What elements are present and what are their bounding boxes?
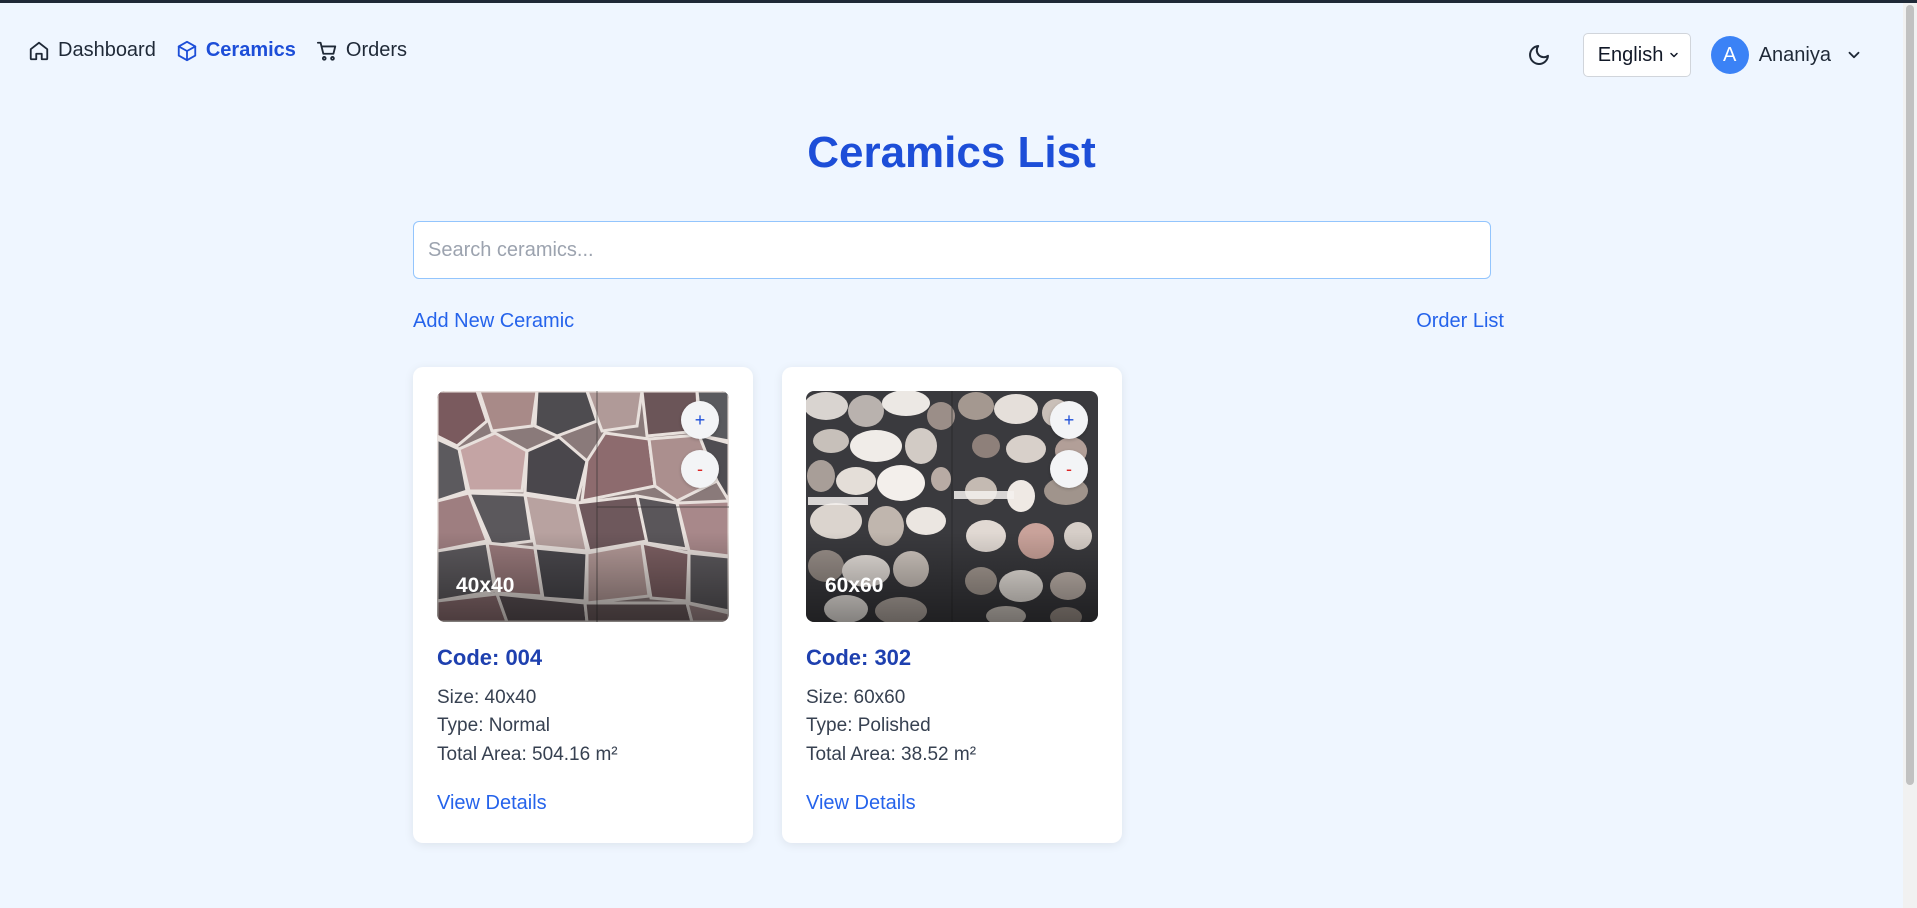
decrease-button[interactable]: - xyxy=(1050,450,1088,488)
ceramic-card: 60x60 + - Code: 302 Size: 60x60 Type: Po… xyxy=(782,367,1122,843)
ceramic-size: Size: 40x40 xyxy=(437,687,537,708)
ceramic-total-area: Total Area: 38.52 m² xyxy=(806,744,977,765)
ceramic-type: Type: Normal xyxy=(437,715,550,736)
nav-item-dashboard[interactable]: Dashboard xyxy=(28,39,156,62)
cart-icon xyxy=(316,41,337,61)
scrollbar-thumb[interactable] xyxy=(1906,5,1914,785)
nav-item-ceramics[interactable]: Ceramics xyxy=(176,39,296,62)
nav-actions: English A Ananiya xyxy=(1519,33,1863,77)
top-navbar: Dashboard Ceramics Orders English A Anan… xyxy=(0,3,1903,101)
ceramic-type: Type: Polished xyxy=(806,715,931,736)
home-icon xyxy=(29,41,49,60)
search-input[interactable] xyxy=(413,221,1491,279)
add-new-ceramic-link[interactable]: Add New Ceramic xyxy=(413,310,574,333)
view-details-link[interactable]: View Details xyxy=(437,792,547,815)
chevron-down-icon xyxy=(1848,51,1860,59)
increase-button[interactable]: + xyxy=(1050,401,1088,439)
ceramic-code: Code: 302 xyxy=(806,645,912,670)
nav-item-label: Dashboard xyxy=(58,39,156,61)
order-list-link[interactable]: Order List xyxy=(1416,310,1504,333)
user-name: Ananiya xyxy=(1758,43,1831,66)
avatar: A xyxy=(1710,36,1749,74)
moon-icon xyxy=(1528,45,1549,65)
nav-item-label: Orders xyxy=(345,39,408,61)
increase-button[interactable]: + xyxy=(681,401,719,439)
ceramic-card: 40x40 + - Code: 004 Size: 40x40 Type: No… xyxy=(413,367,753,843)
nav-item-orders[interactable]: Orders xyxy=(316,39,407,62)
ceramic-image: 60x60 + - xyxy=(806,391,1098,622)
ceramic-total-area: Total Area: 504.16 m² xyxy=(437,744,618,765)
theme-toggle-button[interactable] xyxy=(1519,35,1559,75)
cube-icon xyxy=(177,40,197,61)
user-menu[interactable]: A Ananiya xyxy=(1710,36,1863,74)
language-select-value: English xyxy=(1597,43,1664,66)
page-title: Ceramics List xyxy=(807,128,1096,177)
language-select[interactable]: English xyxy=(1582,33,1691,77)
ceramic-image: 40x40 + - xyxy=(437,391,729,622)
size-overlay: 40x40 xyxy=(456,574,515,597)
view-details-link[interactable]: View Details xyxy=(806,792,916,815)
ceramic-size: Size: 60x60 xyxy=(806,687,906,708)
size-overlay: 60x60 xyxy=(825,574,884,597)
scrollbar[interactable] xyxy=(1903,3,1917,908)
decrease-button[interactable]: - xyxy=(681,450,719,488)
nav-links: Dashboard Ceramics Orders xyxy=(28,39,407,62)
nav-item-label: Ceramics xyxy=(205,39,296,61)
chevron-down-icon xyxy=(1669,52,1678,58)
ceramic-code: Code: 004 xyxy=(437,645,543,670)
